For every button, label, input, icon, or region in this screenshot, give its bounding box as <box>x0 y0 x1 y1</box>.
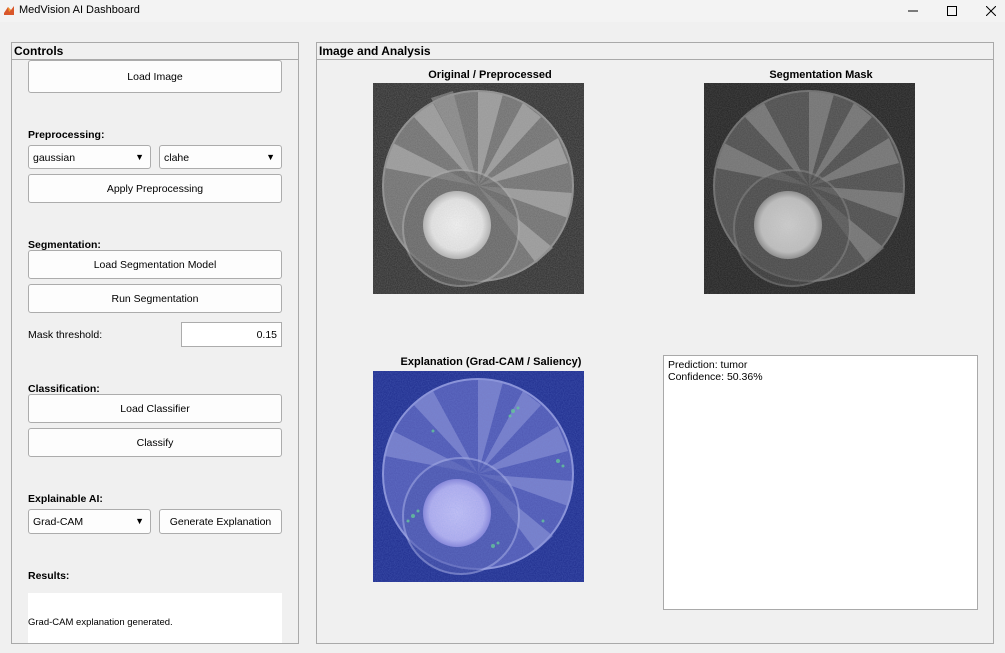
segmentation-mask-image <box>704 83 915 294</box>
enhance-dropdown[interactable]: clahe ▼ <box>159 145 282 169</box>
results-heading: Results: <box>28 570 70 582</box>
filter-dropdown[interactable]: gaussian ▼ <box>28 145 151 169</box>
generate-explanation-button[interactable]: Generate Explanation <box>159 509 282 534</box>
filter-dropdown-value: gaussian <box>33 152 76 164</box>
mask-threshold-label: Mask threshold: <box>28 329 103 341</box>
results-box: Grad-CAM explanation generated. <box>28 593 282 643</box>
window-titlebar: MedVision AI Dashboard <box>0 0 1005 22</box>
maximize-icon <box>947 6 957 16</box>
classify-button[interactable]: Classify <box>28 428 282 457</box>
load-classifier-button[interactable]: Load Classifier <box>28 394 282 423</box>
preprocessing-heading: Preprocessing: <box>28 129 105 141</box>
xai-method-value: Grad-CAM <box>33 516 84 528</box>
confidence-line: Confidence: 50.36% <box>668 371 763 383</box>
minimize-button[interactable] <box>893 0 933 22</box>
apply-preprocessing-button[interactable]: Apply Preprocessing <box>28 174 282 203</box>
analysis-panel: Image and Analysis Original / Preprocess… <box>316 42 994 644</box>
maximize-button[interactable] <box>932 0 972 22</box>
close-button[interactable] <box>971 0 1005 22</box>
analysis-panel-title: Image and Analysis <box>319 44 431 58</box>
minimize-icon <box>908 10 918 12</box>
mask-threshold-value: 0.15 <box>256 329 277 341</box>
close-icon <box>986 6 996 16</box>
segmentation-mask-title: Segmentation Mask <box>769 69 873 81</box>
explanation-title: Explanation (Grad-CAM / Saliency) <box>400 356 582 368</box>
matlab-app-icon <box>4 6 14 15</box>
mask-threshold-field[interactable]: 0.15 <box>181 322 282 347</box>
results-text: Grad-CAM explanation generated. <box>28 617 173 628</box>
load-segmentation-model-button[interactable]: Load Segmentation Model <box>28 250 282 279</box>
original-image <box>373 83 584 294</box>
prediction-line: Prediction: tumor <box>668 359 748 371</box>
original-image-title: Original / Preprocessed <box>428 69 552 81</box>
controls-panel: Controls Load Image Preprocessing: gauss… <box>11 42 299 644</box>
chevron-down-icon: ▼ <box>266 152 275 162</box>
window-title: MedVision AI Dashboard <box>19 4 140 16</box>
enhance-dropdown-value: clahe <box>164 152 190 164</box>
chevron-down-icon: ▼ <box>135 516 144 526</box>
chevron-down-icon: ▼ <box>135 152 144 162</box>
prediction-output-box: Prediction: tumor Confidence: 50.36% <box>663 355 978 610</box>
xai-heading: Explainable AI: <box>28 493 103 505</box>
controls-panel-title: Controls <box>14 44 64 58</box>
explanation-heatmap-image <box>373 371 584 582</box>
run-segmentation-button[interactable]: Run Segmentation <box>28 284 282 313</box>
analysis-title-divider <box>317 59 993 60</box>
load-image-button[interactable]: Load Image <box>28 60 282 93</box>
xai-method-dropdown[interactable]: Grad-CAM ▼ <box>28 509 151 534</box>
